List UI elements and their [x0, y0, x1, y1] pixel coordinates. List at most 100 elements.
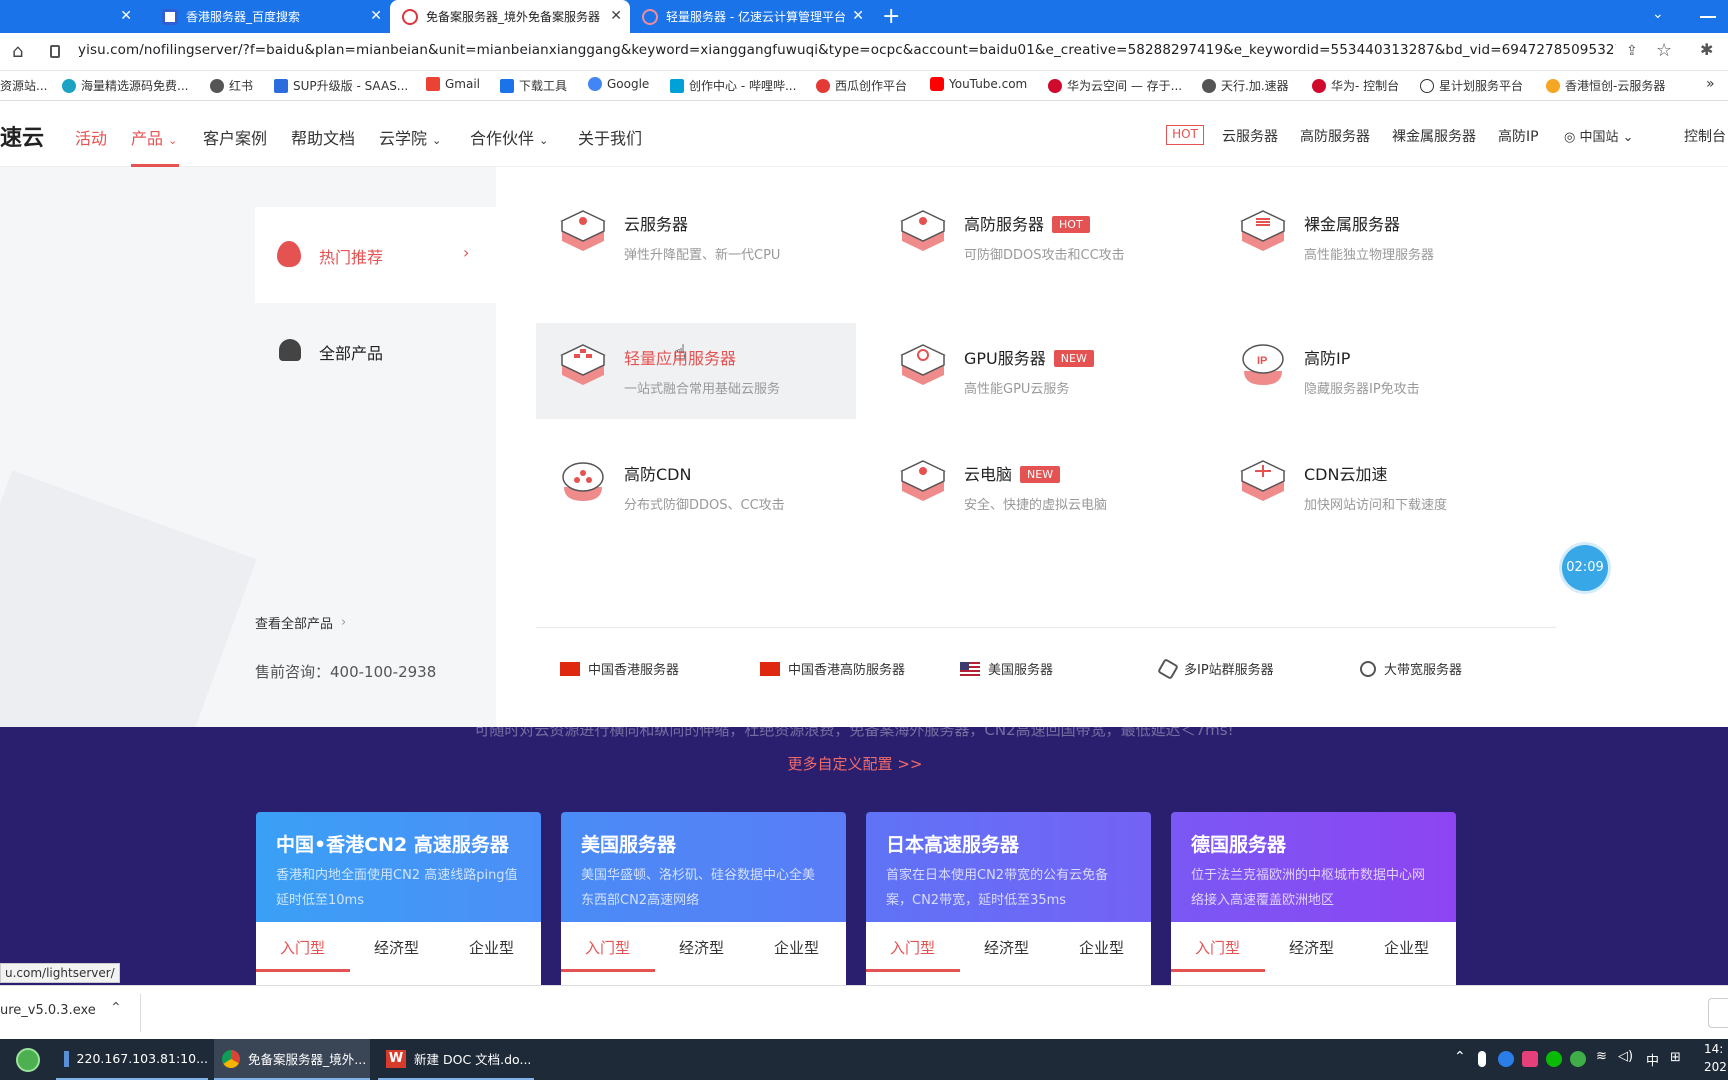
region-selector[interactable]: ◎ 中国站 ⌄: [1564, 126, 1634, 145]
server-card-jp[interactable]: 日本高速服务器 首家在日本使用CN2带宽的公有云免备案，CN2带宽，延时低至35m…: [866, 812, 1151, 985]
tab-enterprise[interactable]: 企业型: [1384, 937, 1429, 958]
category-hot[interactable]: 热门推荐 ›: [255, 207, 496, 303]
url-field[interactable]: yisu.com/nofilingserver/?f=baidu&plan=mi…: [78, 42, 1616, 64]
more-bookmarks-icon[interactable]: »: [1706, 76, 1715, 92]
server-card-us[interactable]: 美国服务器 美国华盛顿、洛杉矶、硅谷数据中心全美东西部CN2高速网络 入门型 经济型…: [561, 812, 846, 985]
nav-academy[interactable]: 云学院 ⌄: [379, 125, 441, 149]
server-card-de[interactable]: 德国服务器 位于法兰克福欧洲的中枢城市数据中心网络接入高速覆盖欧洲地区 入门型 经济…: [1171, 812, 1456, 985]
close-icon[interactable]: ✕: [120, 8, 132, 24]
nav-cases[interactable]: 客户案例: [203, 125, 267, 149]
taskbar-item-wps[interactable]: W 新建 DOC 文档.do...: [378, 1039, 534, 1080]
category-all[interactable]: 全部产品: [255, 303, 496, 399]
share-icon[interactable]: ⇪: [1626, 43, 1638, 59]
tab-economy[interactable]: 经济型: [374, 937, 419, 958]
new-tab-button[interactable]: +: [882, 4, 900, 29]
volume-icon[interactable]: ◁): [1618, 1049, 1633, 1064]
tab-economy[interactable]: 经济型: [1289, 937, 1334, 958]
product-gpu-server[interactable]: GPU服务器 NEW 高性能GPU云服务: [876, 323, 1196, 419]
tab-starter[interactable]: 入门型: [890, 937, 935, 958]
bookmark-item[interactable]: Gmail: [426, 77, 480, 91]
nav-activities[interactable]: 活动: [75, 125, 107, 149]
taskbar-item-remote[interactable]: 220.167.103.81:10...: [56, 1039, 208, 1080]
tab-economy[interactable]: 经济型: [679, 937, 724, 958]
bookmark-item[interactable]: 华为- 控制台: [1312, 77, 1399, 94]
browser-tab-lightserver[interactable]: 轻量服务器 - 亿速云计算管理平台 ✕: [630, 0, 872, 33]
quicklink-hk-server[interactable]: 中国香港服务器: [560, 659, 679, 678]
product-lightweight-server[interactable]: 轻量应用服务器 一站式融合常用基础云服务: [536, 323, 856, 419]
bookmark-item[interactable]: 资源站...: [0, 77, 47, 94]
nav-ddos-ip[interactable]: 高防IP: [1498, 126, 1539, 146]
browser-tab-active[interactable]: 免备案服务器_境外免备案服务器 ✕: [390, 0, 630, 33]
bookmark-item[interactable]: 红书: [210, 77, 253, 94]
nav-ddos-server[interactable]: 高防服务器: [1300, 126, 1370, 146]
bookmark-item[interactable]: 创作中心 - 哔哩哔...: [670, 77, 796, 94]
view-all-products-link[interactable]: 查看全部产品 ›: [255, 613, 346, 632]
star-icon[interactable]: ☆: [1656, 40, 1672, 61]
bookmark-item[interactable]: 香港恒创-云服务器: [1546, 77, 1665, 94]
lock-icon[interactable]: [50, 45, 60, 58]
tab-starter[interactable]: 入门型: [280, 937, 325, 958]
product-ddos-cdn[interactable]: 高防CDN 分布式防御DDOS、CC攻击: [536, 439, 856, 535]
nav-partners[interactable]: 合作伙伴 ⌄: [470, 125, 548, 149]
timer-bubble[interactable]: 02:09: [1562, 545, 1608, 591]
quicklink-multi-ip[interactable]: 多IP站群服务器: [1157, 657, 1274, 680]
start-icon[interactable]: [16, 1048, 40, 1072]
wifi-icon[interactable]: ≋: [1596, 1049, 1607, 1064]
app-tray-icon[interactable]: [1522, 1051, 1538, 1067]
microphone-icon[interactable]: [1478, 1051, 1486, 1067]
bookmark-item[interactable]: Google: [588, 77, 649, 91]
nav-about[interactable]: 关于我们: [578, 125, 642, 149]
product-ddos-ip[interactable]: IP 高防IP 隐藏服务器IP免攻击: [1216, 323, 1536, 419]
bookmark-item[interactable]: 华为云空间 — 存于...: [1048, 77, 1182, 94]
quicklink-hk-ddos-server[interactable]: 中国香港高防服务器: [760, 659, 905, 678]
tab-search-icon[interactable]: ⌄: [1652, 6, 1664, 22]
bookmark-item[interactable]: YouTube.com: [930, 77, 1027, 91]
wechat-icon[interactable]: [1546, 1051, 1562, 1067]
nav-products[interactable]: 产品 ⌄: [131, 125, 177, 149]
taskbar-item-chrome[interactable]: 免备案服务器_境外...: [214, 1039, 370, 1080]
extensions-icon[interactable]: ✱: [1700, 40, 1713, 59]
ime-indicator[interactable]: 中: [1646, 1050, 1659, 1069]
tab-enterprise[interactable]: 企业型: [774, 937, 819, 958]
close-icon[interactable]: ✕: [852, 8, 864, 24]
bookmark-item[interactable]: 星计划服务平台: [1420, 77, 1523, 94]
tab-starter[interactable]: 入门型: [585, 937, 630, 958]
site-logo[interactable]: 速云: [0, 120, 44, 152]
chevron-up-icon[interactable]: ⌃: [1454, 1049, 1466, 1065]
home-icon[interactable]: ⌂: [12, 41, 23, 62]
download-filename[interactable]: ure_v5.0.3.exe: [0, 1003, 96, 1018]
product-ddos-server[interactable]: 高防服务器 HOT 可防御DDOS攻击和CC攻击: [876, 189, 1196, 285]
bookmark-item[interactable]: SUP升级版 - SAAS...: [274, 77, 408, 94]
bookmark-item[interactable]: 海量精选源码免费...: [62, 77, 188, 94]
tab-enterprise[interactable]: 企业型: [469, 937, 514, 958]
tab-enterprise[interactable]: 企业型: [1079, 937, 1124, 958]
keyboard-grid-icon[interactable]: ⊞: [1670, 1050, 1681, 1065]
product-cloud-server[interactable]: 云服务器 弹性升降配置、新一代CPU: [536, 189, 856, 285]
nav-console[interactable]: 控制台: [1684, 126, 1726, 146]
server-card-hk[interactable]: 中国•香港CN2 高速服务器 香港和内地全面使用CN2 高速线路ping值延时低至…: [256, 812, 541, 985]
minimize-icon[interactable]: [1700, 16, 1716, 18]
tab-starter[interactable]: 入门型: [1195, 937, 1240, 958]
app-tray-icon[interactable]: [1498, 1051, 1514, 1067]
nav-bare-metal[interactable]: 裸金属服务器: [1392, 126, 1476, 146]
close-icon[interactable]: ✕: [370, 8, 382, 24]
nav-cloud-server[interactable]: 云服务器: [1222, 126, 1278, 146]
quicklink-bandwidth[interactable]: 大带宽服务器: [1360, 659, 1462, 678]
product-cloud-pc[interactable]: 云电脑 NEW 安全、快捷的虚拟云电脑: [876, 439, 1196, 535]
more-config-link[interactable]: 更多自定义配置 >>: [0, 753, 1710, 774]
app-tray-icon[interactable]: [1570, 1051, 1586, 1067]
clock-date[interactable]: 202: [1704, 1060, 1727, 1074]
bookmark-item[interactable]: 天行.加.速器: [1202, 77, 1289, 94]
bookmark-item[interactable]: 西瓜创作平台: [816, 77, 907, 94]
close-icon[interactable]: ✕: [610, 8, 622, 24]
product-bare-metal[interactable]: 裸金属服务器 高性能独立物理服务器: [1216, 189, 1536, 285]
chevron-up-icon[interactable]: ⌃: [110, 1000, 122, 1016]
browser-tab-partial[interactable]: ✕: [0, 0, 148, 33]
clock-time[interactable]: 14:: [1704, 1042, 1723, 1056]
product-cdn-acceleration[interactable]: CDN云加速 加快网站访问和下载速度: [1216, 439, 1536, 535]
tab-economy[interactable]: 经济型: [984, 937, 1029, 958]
browser-tab-baidu[interactable]: 香港服务器_百度搜索 ✕: [148, 0, 390, 33]
show-all-button[interactable]: [1708, 998, 1728, 1028]
bookmark-item[interactable]: 下载工具: [500, 77, 567, 94]
nav-docs[interactable]: 帮助文档: [291, 125, 355, 149]
